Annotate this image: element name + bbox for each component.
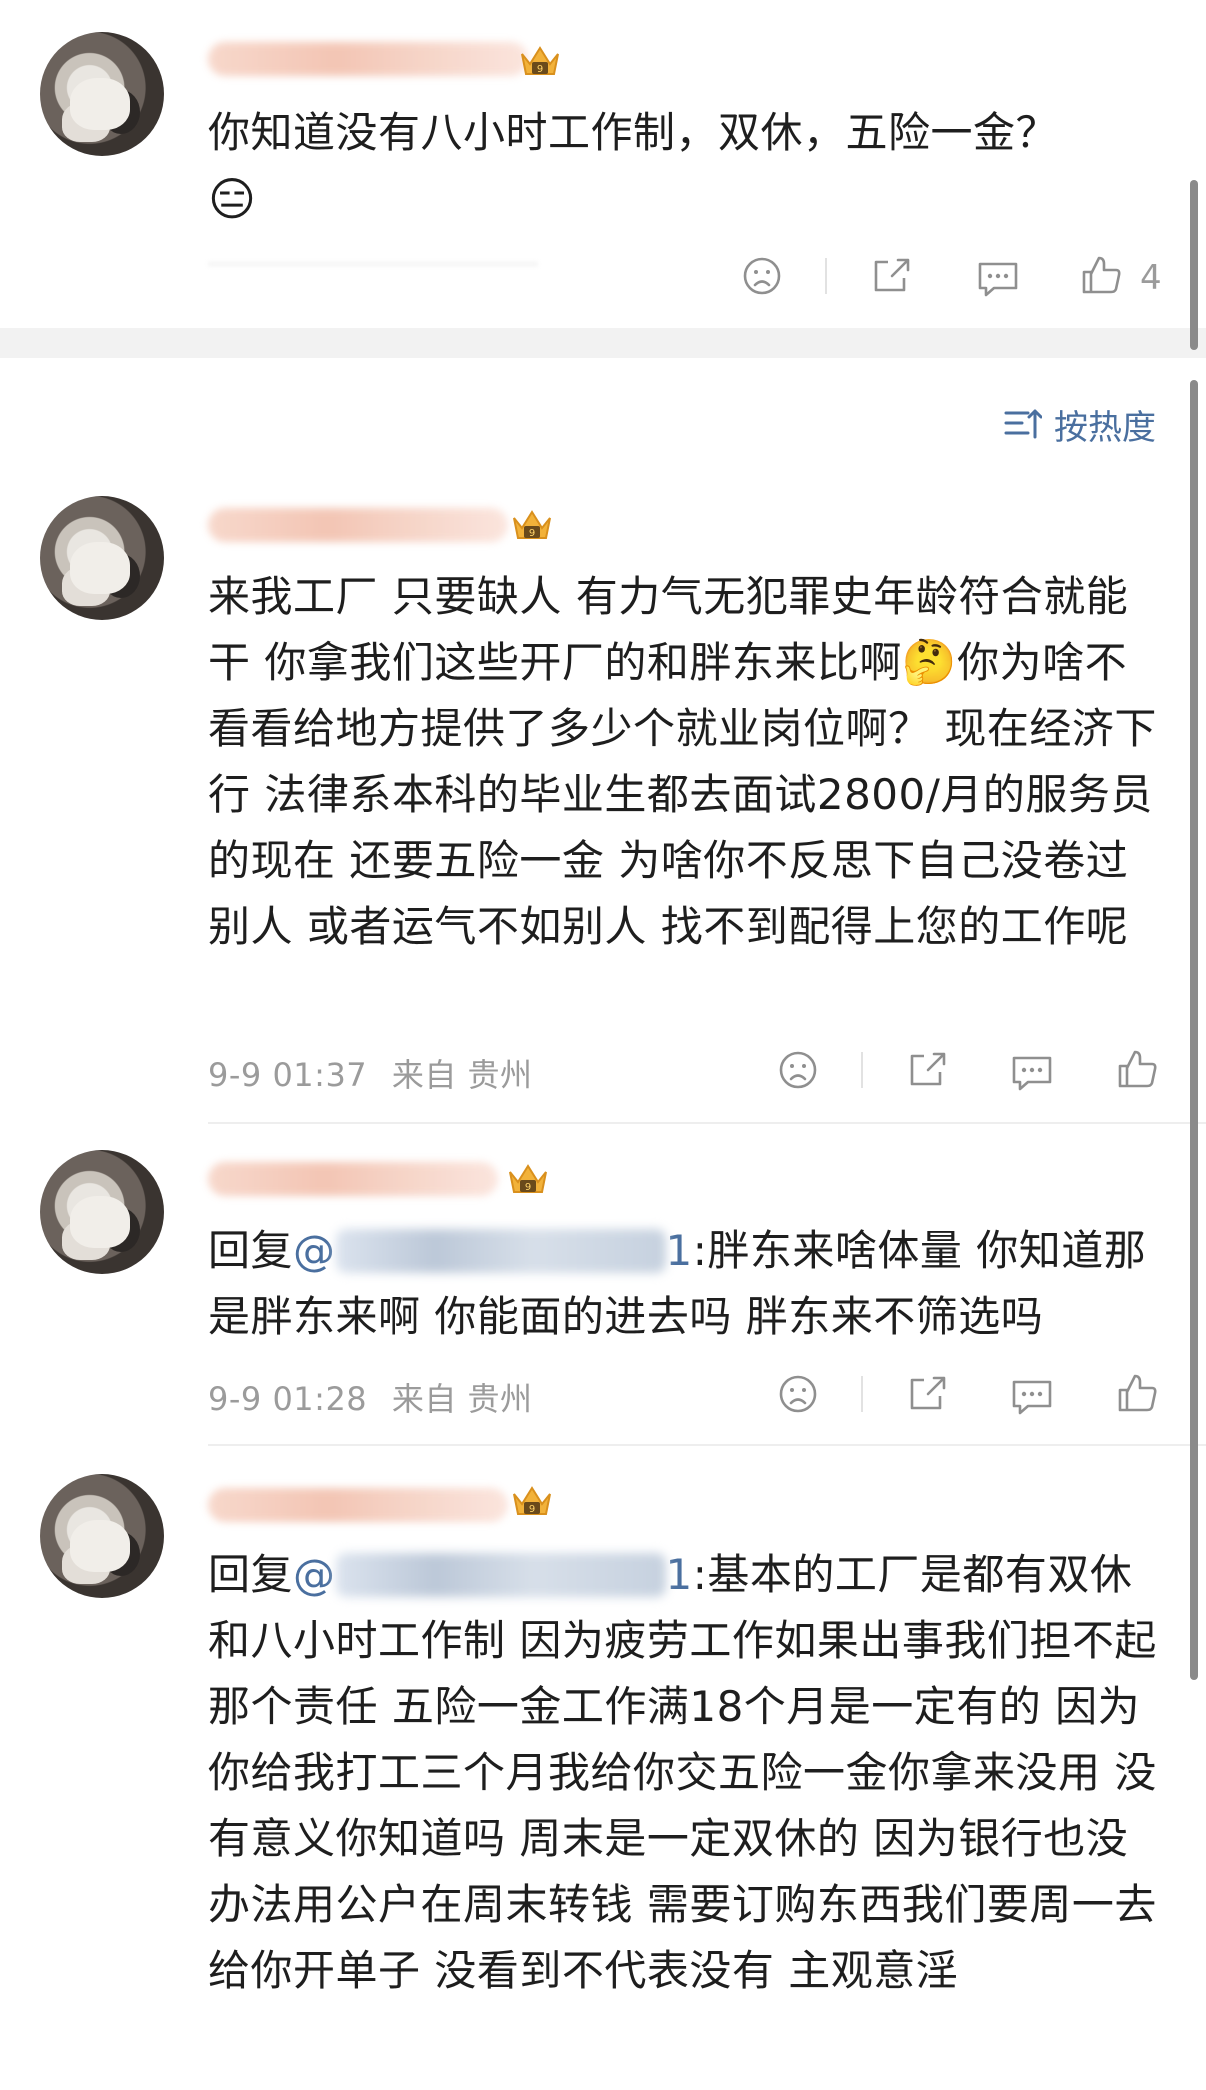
dislike-button[interactable] [778,1050,818,1090]
like-count: 4 [1140,258,1162,298]
comment-text: 你知道没有八小时工作制，双休，五险一金？ 😑 [208,108,1059,226]
action-divider [825,258,827,294]
thumbs-up-icon [1118,1050,1157,1088]
action-divider [861,1376,863,1412]
dislike-button[interactable] [742,256,782,296]
avatar[interactable] [40,1150,164,1274]
like-button[interactable] [1080,254,1124,296]
svg-text:9: 9 [529,528,535,539]
comment-button[interactable] [1010,1052,1054,1092]
sort-label: 按热度 [1054,407,1156,448]
mention-username-blurred [335,1553,666,1597]
blurred-line [208,262,538,266]
avatar[interactable] [40,1474,164,1598]
scrollbar-thumb[interactable] [1190,380,1198,1680]
comment-text: 回复@ 1:胖东来啥体量 你知道那是胖东来啊 你能面的进去吗 胖东来不筛选吗 [208,1226,1147,1341]
sad-face-icon [779,1375,817,1413]
thumbs-up-icon [1118,1374,1157,1412]
reply-prefix: 回复 [208,1226,294,1275]
share-button[interactable] [906,1374,948,1414]
sad-face-icon [743,257,781,295]
comment-separator [208,1444,1206,1446]
comment-button[interactable] [976,258,1020,298]
vip-crown-icon: 9 [513,1486,551,1515]
scrollbar-thumb[interactable] [1190,180,1198,350]
vip-crown-icon: 9 [513,510,551,539]
comment-time: 9-9 01:28 [208,1380,368,1418]
mention-link[interactable]: @1 [293,1550,693,1599]
section-gap [0,328,1206,358]
share-button[interactable] [906,1050,948,1090]
username-blurred[interactable] [208,1162,498,1196]
share-icon [874,258,910,292]
comment-separator [208,1122,1206,1124]
comment-icon [978,262,1018,297]
comment-icon [1012,1056,1052,1091]
dislike-button[interactable] [778,1374,818,1414]
sort-icon [1004,409,1042,439]
thinking-emoji-icon: 🤔 [901,637,958,688]
sad-face-icon [779,1051,817,1089]
expressionless-emoji-icon: 😑 [208,172,257,226]
comment-button[interactable] [1010,1376,1054,1416]
mention-username-blurred [335,1229,666,1273]
like-button[interactable] [1116,1372,1160,1414]
comment-icon [1012,1380,1052,1415]
sort-toggle[interactable]: 按热度 [1004,402,1156,448]
svg-text:9: 9 [537,64,543,75]
share-button[interactable] [870,256,912,296]
vip-crown-icon: 9 [509,1164,547,1193]
share-icon [910,1052,946,1086]
comment-meta: 9-9 01:37 来自 贵州 [208,1050,533,1096]
comment-text: 回复@ 1:基本的工厂是都有双休和八小时工作制 因为疲劳工作如果出事我们担不起那个… [208,1550,1157,1995]
avatar[interactable] [40,496,164,620]
username-blurred[interactable] [208,508,508,542]
svg-text:9: 9 [525,1182,531,1193]
like-button[interactable] [1116,1048,1160,1090]
reply-prefix: 回复 [208,1550,294,1599]
comment-text: 来我工厂 只要缺人 有力气无犯罪史年龄符合就能干 你拿我们这些开厂的和胖东来比啊… [208,572,1157,951]
svg-text:9: 9 [529,1504,535,1515]
comment-location: 来自 贵州 [391,1380,533,1418]
mention-link[interactable]: @1 [293,1226,693,1275]
comment-meta: 9-9 01:28 来自 贵州 [208,1374,533,1420]
comment-location: 来自 贵州 [391,1056,533,1094]
share-icon [910,1376,946,1410]
action-divider [861,1052,863,1088]
username-blurred[interactable] [208,1488,508,1522]
username-blurred[interactable] [208,42,528,76]
thumbs-up-icon [1082,256,1121,294]
vip-crown-icon: 9 [521,46,559,75]
avatar[interactable] [40,32,164,156]
comment-time: 9-9 01:37 [208,1056,368,1094]
